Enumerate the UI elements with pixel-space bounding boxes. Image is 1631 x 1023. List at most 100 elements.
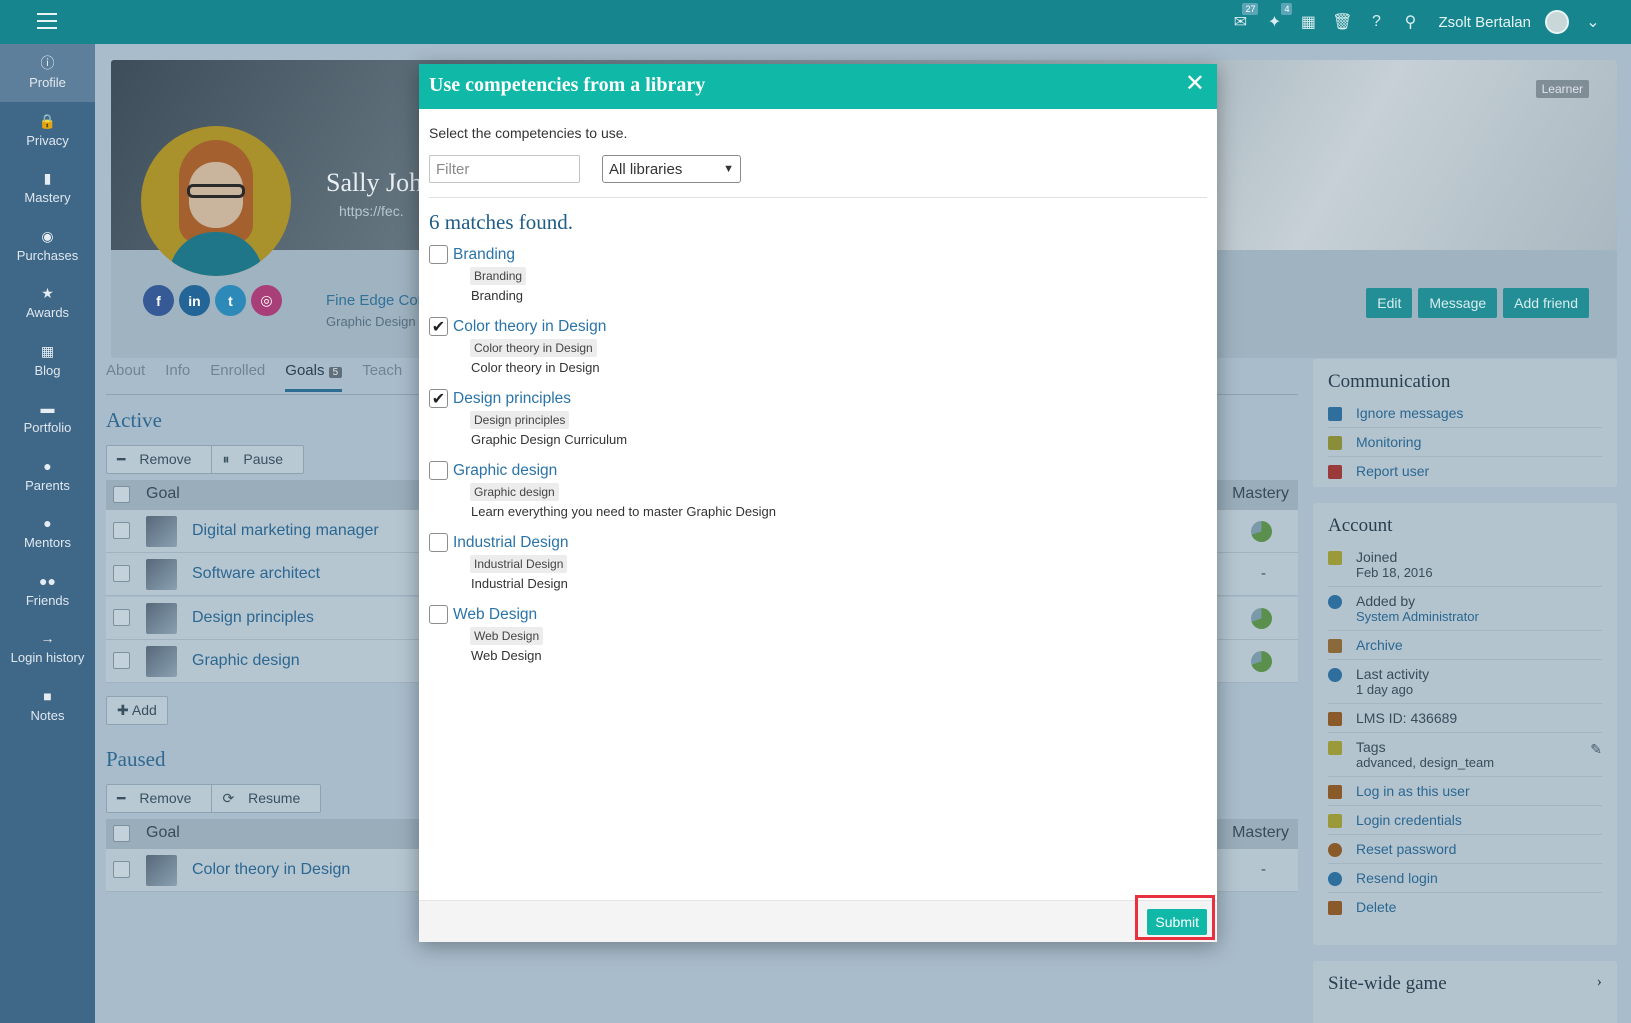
competency-name-link[interactable]: Graphic design — [453, 462, 557, 480]
tags-label: Tags — [1356, 739, 1386, 755]
sidebar-item-profile[interactable]: ⓘ Profile — [0, 44, 95, 102]
last-activity-info: Last activity 1 day ago — [1328, 660, 1602, 704]
row-checkbox[interactable] — [113, 565, 130, 583]
resend-login-link[interactable]: Resend login — [1328, 864, 1602, 893]
linkedin-icon[interactable]: in — [179, 285, 210, 316]
log-in-as-link[interactable]: Log in as this user — [1328, 777, 1602, 806]
competency-checkbox[interactable]: ✔ — [429, 317, 448, 336]
messages-icon[interactable]: ✉ 27 — [1230, 3, 1259, 32]
competency-name-link[interactable]: Web Design — [453, 606, 537, 624]
competency-tag: Web Design — [470, 627, 544, 645]
profile-url[interactable]: https://fec. — [339, 203, 404, 219]
login-credentials-link[interactable]: Login credentials — [1328, 806, 1602, 835]
sidebar-item-awards[interactable]: ★ Awards — [0, 274, 95, 332]
competency-name-link[interactable]: Design principles — [453, 390, 571, 408]
pencil-icon[interactable]: ✎ — [1590, 741, 1602, 758]
filter-input[interactable] — [429, 155, 580, 183]
goals-count-badge: 5 — [328, 367, 343, 378]
comment-icon — [1328, 436, 1342, 450]
remove-button[interactable]: ━ Remove — [107, 446, 213, 473]
sidebar: ⓘ Profile 🔒 Privacy ▮ Mastery ◉ Purchases ★ Award… — [0, 44, 95, 1023]
sidebar-item-privacy[interactable]: 🔒 Privacy — [0, 102, 95, 160]
lock-icon: 🔒 — [38, 112, 57, 129]
close-icon[interactable]: ✕ — [1185, 72, 1205, 96]
chevron-down-icon[interactable]: ⌄ — [1583, 12, 1603, 32]
help-icon[interactable]: ? — [1366, 12, 1386, 32]
instagram-icon[interactable]: ◎ — [251, 285, 282, 316]
resend-login-label: Resend login — [1356, 870, 1438, 886]
sidebar-item-mentors[interactable]: ● Mentors — [0, 504, 95, 562]
competency-checkbox[interactable]: ✔ — [429, 389, 448, 408]
star-icon: ★ — [41, 285, 54, 302]
profile-avatar — [141, 126, 291, 276]
company-link[interactable]: Fine Edge Cor — [326, 292, 423, 309]
profile-actions: Edit Message Add friend — [1366, 288, 1589, 318]
row-checkbox[interactable] — [113, 861, 130, 878]
competency-checkbox[interactable] — [429, 605, 448, 624]
sidebar-item-portfolio[interactable]: ▬ Portfolio — [0, 389, 95, 447]
competency-description: Learn everything you need to master Grap… — [471, 504, 776, 519]
pause-button[interactable]: ⏸ Pause — [212, 446, 303, 473]
site-wide-game-panel[interactable]: Site-wide game › — [1313, 961, 1617, 1023]
tab-about[interactable]: About — [106, 362, 145, 392]
row-checkbox[interactable] — [113, 651, 130, 669]
search-icon[interactable]: ⚲ — [1400, 12, 1420, 32]
menu-icon[interactable] — [37, 13, 57, 29]
row-checkbox[interactable] — [113, 522, 130, 539]
select-all-checkbox[interactable] — [113, 486, 130, 503]
resume-button[interactable]: ⟳ Resume — [212, 785, 320, 812]
sidebar-item-purchases[interactable]: ◉ Purchases — [0, 217, 95, 275]
sidebar-item-label: Privacy — [26, 132, 69, 148]
edit-button[interactable]: Edit — [1366, 288, 1413, 318]
user-avatar[interactable] — [1545, 10, 1569, 34]
tab-enrolled[interactable]: Enrolled — [210, 362, 265, 392]
select-all-checkbox[interactable] — [113, 825, 130, 842]
twitter-icon[interactable]: t — [215, 285, 246, 316]
submit-button[interactable]: Submit — [1147, 909, 1207, 935]
reset-password-link[interactable]: Reset password — [1328, 835, 1602, 864]
add-goal-button[interactable]: ✚ Add — [106, 696, 168, 725]
sidebar-item-notes[interactable]: ■ Notes — [0, 677, 95, 735]
calendar-icon[interactable]: ▦ — [1298, 12, 1318, 32]
tab-goals[interactable]: Goals 5 — [285, 362, 343, 392]
pause-label: Pause — [243, 451, 284, 467]
archive-link[interactable]: Archive — [1328, 631, 1602, 660]
competency-name-link[interactable]: Color theory in Design — [453, 318, 606, 336]
row-checkbox[interactable] — [113, 608, 130, 626]
sidebar-item-friends[interactable]: ●● Friends — [0, 562, 95, 620]
sidebar-item-login-history[interactable]: → Login history — [0, 619, 95, 677]
message-button[interactable]: Message — [1418, 288, 1498, 318]
goal-name-link[interactable]: Design principles — [192, 609, 314, 627]
facebook-icon[interactable]: f — [143, 285, 174, 316]
report-user-link[interactable]: Report user — [1328, 457, 1602, 485]
delete-link[interactable]: Delete — [1328, 893, 1602, 921]
goal-name-link[interactable]: Software architect — [192, 565, 320, 583]
goal-name-link[interactable]: Digital marketing manager — [192, 522, 379, 540]
sidebar-item-parents[interactable]: ● Parents — [0, 447, 95, 505]
competency-checkbox[interactable] — [429, 461, 448, 480]
goal-name-link[interactable]: Graphic design — [192, 652, 300, 670]
added-by-link[interactable]: System Administrator — [1356, 609, 1602, 624]
goal-thumbnail — [146, 645, 177, 677]
trash-icon[interactable]: 🗑 — [1332, 12, 1352, 32]
user-name[interactable]: Zsolt Bertalan — [1438, 14, 1531, 31]
remove-button[interactable]: ━ Remove — [107, 785, 213, 812]
chevron-right-icon: › — [1596, 973, 1602, 990]
ignore-messages-link[interactable]: Ignore messages — [1328, 399, 1602, 428]
tab-teach[interactable]: Teach — [362, 362, 402, 392]
competency-checkbox[interactable] — [429, 245, 448, 264]
tab-info[interactable]: Info — [165, 362, 190, 392]
filter-row: All libraries ▼ — [429, 155, 1207, 183]
mastery-value: - — [1261, 565, 1266, 583]
competency-checkbox[interactable] — [429, 533, 448, 552]
sidebar-item-blog[interactable]: ▦ Blog — [0, 332, 95, 390]
sidebar-item-mastery[interactable]: ▮ Mastery — [0, 159, 95, 217]
competency-name-link[interactable]: Branding — [453, 246, 515, 264]
add-friend-button[interactable]: Add friend — [1503, 288, 1589, 318]
trash-icon — [1328, 901, 1342, 915]
competency-name-link[interactable]: Industrial Design — [453, 534, 568, 552]
library-select[interactable]: All libraries ▼ — [602, 155, 741, 183]
notifications-icon[interactable]: ✦ 4 — [1264, 3, 1293, 32]
goal-name-link[interactable]: Color theory in Design — [192, 861, 350, 879]
monitoring-link[interactable]: Monitoring — [1328, 428, 1602, 457]
